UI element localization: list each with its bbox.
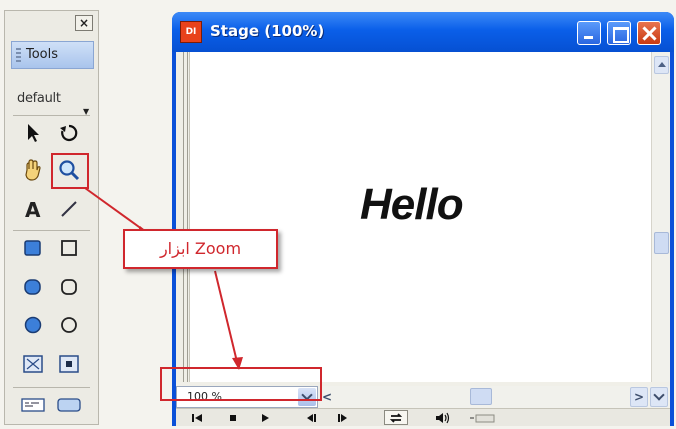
- screenshot-root: × Tools default ▼ A DI Stage (100%) Hell…: [0, 0, 676, 429]
- zoom-select-highlight: [160, 367, 322, 401]
- zoom-tool-highlight: [51, 153, 89, 189]
- annotation-arrows: [84, 187, 243, 370]
- zoom-tool-callout: ابزار Zoom: [123, 229, 278, 269]
